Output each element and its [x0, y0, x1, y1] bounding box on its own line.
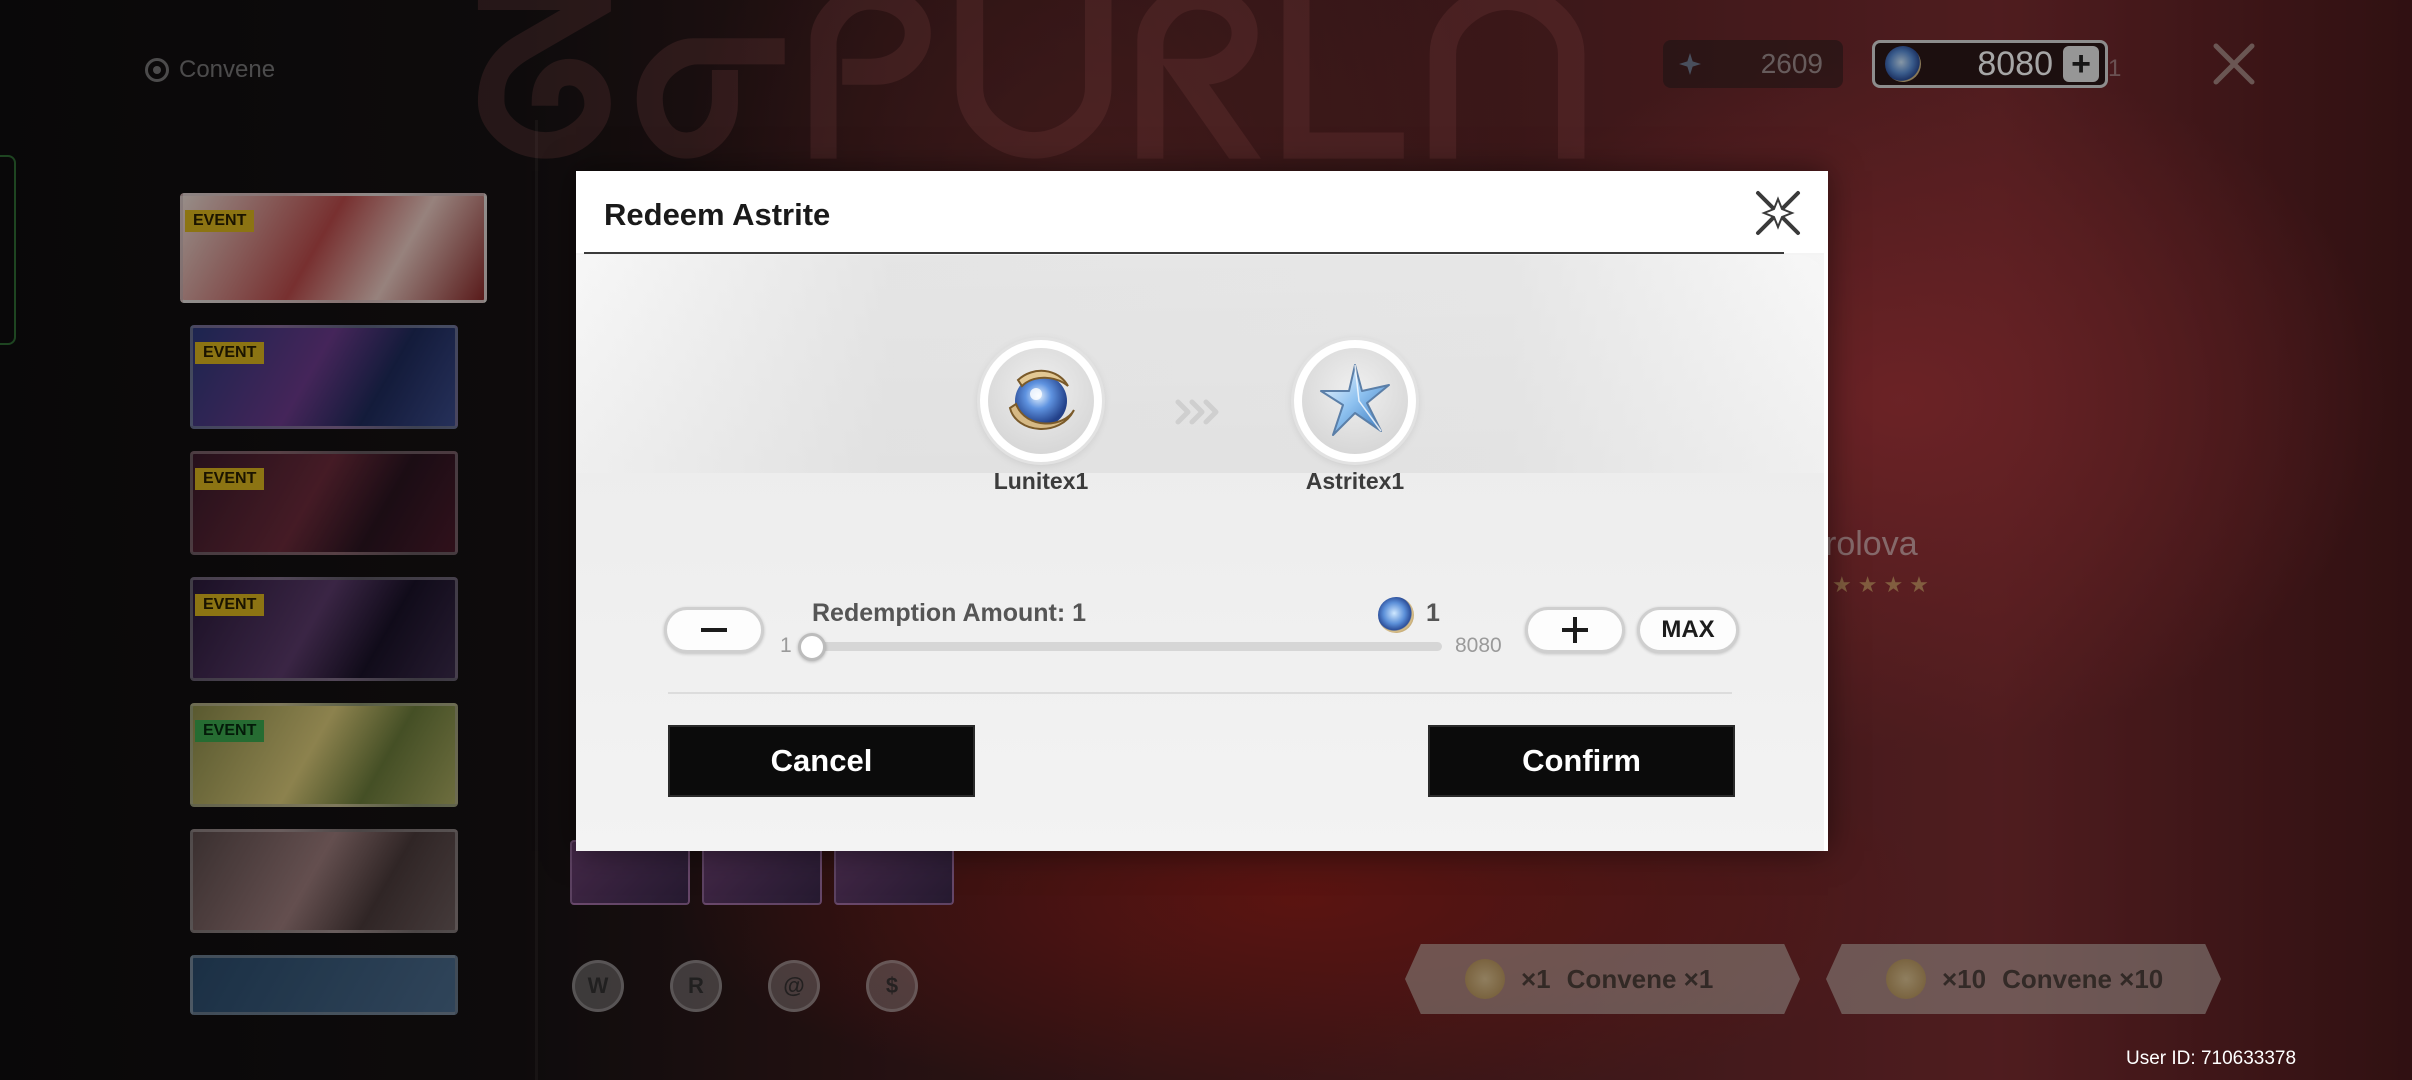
- decrease-button[interactable]: [664, 607, 764, 653]
- astrite-item-label: Astritex1: [1305, 468, 1405, 494]
- user-id: User ID: 710633378: [2126, 1048, 2297, 1069]
- astrite-item: [1294, 340, 1416, 462]
- slider-min-label: 1: [780, 634, 792, 657]
- max-button-label: MAX: [1661, 616, 1715, 643]
- lunite-item: [980, 340, 1102, 462]
- cancel-button[interactable]: Cancel: [668, 725, 975, 797]
- redemption-amount-label: Redemption Amount: 1: [812, 599, 1087, 627]
- astrite-icon: [1320, 364, 1390, 436]
- chevrons-right-icon: [1175, 399, 1219, 425]
- minus-icon: [701, 628, 727, 632]
- lunite-item-bg: [988, 348, 1094, 454]
- confirm-button-label: Confirm: [1522, 743, 1641, 778]
- slider-handle[interactable]: [798, 633, 826, 661]
- header-divider: [584, 252, 1784, 254]
- plus-icon: [1562, 617, 1588, 643]
- dialog-close-button[interactable]: [1750, 185, 1806, 241]
- astrite-item-bg: [1302, 348, 1408, 454]
- redemption-slider[interactable]: [812, 642, 1442, 651]
- close-icon: [1756, 191, 1800, 235]
- dialog-header: Redeem Astrite: [576, 171, 1824, 254]
- lunite-item-label: Lunitex1: [993, 468, 1089, 494]
- lunite-cost-value: 1: [1426, 599, 1440, 627]
- dialog-title: Redeem Astrite: [604, 197, 831, 232]
- max-button[interactable]: MAX: [1637, 607, 1739, 653]
- confirm-button[interactable]: Confirm: [1428, 725, 1735, 797]
- slider-max-label: 8080: [1455, 634, 1502, 657]
- increase-button[interactable]: [1525, 607, 1625, 653]
- cancel-button-label: Cancel: [770, 743, 873, 778]
- actions-divider: [668, 692, 1732, 694]
- lunite-cost-icon: [1378, 597, 1414, 633]
- lunite-icon: [1008, 369, 1075, 430]
- exchange-band: [576, 255, 1824, 473]
